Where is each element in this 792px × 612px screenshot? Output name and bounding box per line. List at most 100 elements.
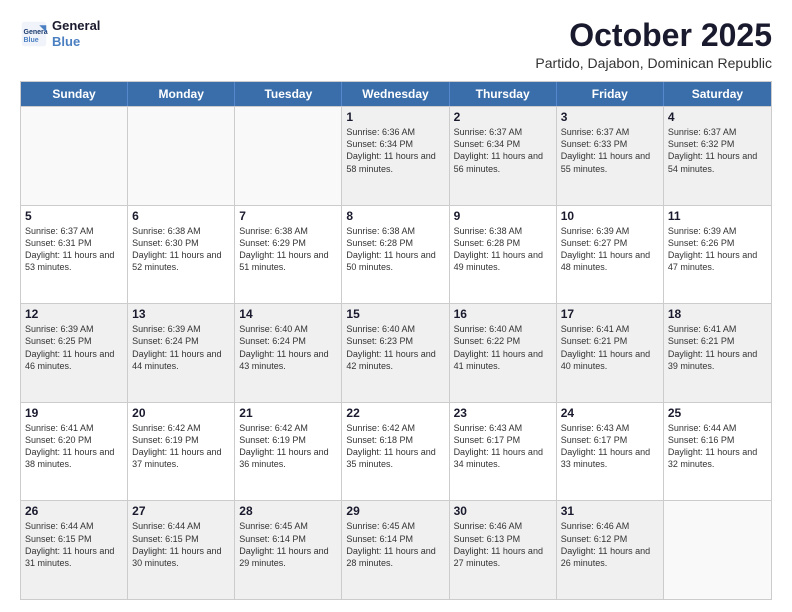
day-info: Sunrise: 6:39 AM Sunset: 6:24 PM Dayligh… xyxy=(132,323,230,372)
day-info: Sunrise: 6:41 AM Sunset: 6:21 PM Dayligh… xyxy=(668,323,767,372)
calendar-cell: 25 Sunrise: 6:44 AM Sunset: 6:16 PM Dayli… xyxy=(664,403,771,501)
calendar-cell: 27 Sunrise: 6:44 AM Sunset: 6:15 PM Dayli… xyxy=(128,501,235,599)
calendar-cell: 14 Sunrise: 6:40 AM Sunset: 6:24 PM Dayli… xyxy=(235,304,342,402)
calendar-cell: 9Sunrise: 6:38 AM Sunset: 6:28 PM Daylig… xyxy=(450,206,557,304)
day-number: 24 xyxy=(561,406,659,420)
day-info: Sunrise: 6:38 AM Sunset: 6:28 PM Dayligh… xyxy=(454,225,552,274)
day-info: Sunrise: 6:44 AM Sunset: 6:15 PM Dayligh… xyxy=(25,520,123,569)
calendar-cell xyxy=(21,107,128,205)
calendar-cell: 10 Sunrise: 6:39 AM Sunset: 6:27 PM Dayli… xyxy=(557,206,664,304)
calendar-cell: 19 Sunrise: 6:41 AM Sunset: 6:20 PM Dayli… xyxy=(21,403,128,501)
day-info: Sunrise: 6:37 AM Sunset: 6:32 PM Dayligh… xyxy=(668,126,767,175)
day-number: 5 xyxy=(25,209,123,223)
weekday-header-friday: Friday xyxy=(557,82,664,106)
calendar-cell: 8Sunrise: 6:38 AM Sunset: 6:28 PM Daylig… xyxy=(342,206,449,304)
calendar-cell xyxy=(128,107,235,205)
day-number: 12 xyxy=(25,307,123,321)
weekday-header-wednesday: Wednesday xyxy=(342,82,449,106)
weekday-header-sunday: Sunday xyxy=(21,82,128,106)
calendar-row-2: 5 Sunrise: 6:37 AM Sunset: 6:31 PM Daylig… xyxy=(21,205,771,304)
day-number: 20 xyxy=(132,406,230,420)
calendar: SundayMondayTuesdayWednesdayThursdayFrid… xyxy=(20,81,772,600)
calendar-row-5: 26 Sunrise: 6:44 AM Sunset: 6:15 PM Dayli… xyxy=(21,500,771,599)
day-info: Sunrise: 6:41 AM Sunset: 6:21 PM Dayligh… xyxy=(561,323,659,372)
day-info: Sunrise: 6:44 AM Sunset: 6:15 PM Dayligh… xyxy=(132,520,230,569)
calendar-cell: 12 Sunrise: 6:39 AM Sunset: 6:25 PM Dayli… xyxy=(21,304,128,402)
day-number: 11 xyxy=(668,209,767,223)
day-info: Sunrise: 6:40 AM Sunset: 6:22 PM Dayligh… xyxy=(454,323,552,372)
weekday-header-tuesday: Tuesday xyxy=(235,82,342,106)
weekday-header-thursday: Thursday xyxy=(450,82,557,106)
day-number: 13 xyxy=(132,307,230,321)
day-info: Sunrise: 6:37 AM Sunset: 6:34 PM Dayligh… xyxy=(454,126,552,175)
page: General Blue General Blue October 2025 P… xyxy=(0,0,792,612)
day-number: 18 xyxy=(668,307,767,321)
day-info: Sunrise: 6:45 AM Sunset: 6:14 PM Dayligh… xyxy=(239,520,337,569)
calendar-cell: 17 Sunrise: 6:41 AM Sunset: 6:21 PM Dayli… xyxy=(557,304,664,402)
calendar-cell xyxy=(235,107,342,205)
svg-text:Blue: Blue xyxy=(24,36,39,43)
title-block: October 2025 Partido, Dajabon, Dominican… xyxy=(535,18,772,71)
day-info: Sunrise: 6:38 AM Sunset: 6:29 PM Dayligh… xyxy=(239,225,337,274)
calendar-header: SundayMondayTuesdayWednesdayThursdayFrid… xyxy=(21,82,771,106)
calendar-cell: 4 Sunrise: 6:37 AM Sunset: 6:32 PM Daylig… xyxy=(664,107,771,205)
day-info: Sunrise: 6:37 AM Sunset: 6:31 PM Dayligh… xyxy=(25,225,123,274)
day-info: Sunrise: 6:37 AM Sunset: 6:33 PM Dayligh… xyxy=(561,126,659,175)
calendar-cell: 13 Sunrise: 6:39 AM Sunset: 6:24 PM Dayli… xyxy=(128,304,235,402)
day-info: Sunrise: 6:44 AM Sunset: 6:16 PM Dayligh… xyxy=(668,422,767,471)
calendar-cell: 24 Sunrise: 6:43 AM Sunset: 6:17 PM Dayli… xyxy=(557,403,664,501)
calendar-cell: 23Sunrise: 6:43 AM Sunset: 6:17 PM Dayli… xyxy=(450,403,557,501)
day-info: Sunrise: 6:39 AM Sunset: 6:26 PM Dayligh… xyxy=(668,225,767,274)
day-number: 4 xyxy=(668,110,767,124)
calendar-cell: 3 Sunrise: 6:37 AM Sunset: 6:33 PM Daylig… xyxy=(557,107,664,205)
day-number: 29 xyxy=(346,504,444,518)
day-info: Sunrise: 6:39 AM Sunset: 6:25 PM Dayligh… xyxy=(25,323,123,372)
day-info: Sunrise: 6:40 AM Sunset: 6:24 PM Dayligh… xyxy=(239,323,337,372)
day-info: Sunrise: 6:43 AM Sunset: 6:17 PM Dayligh… xyxy=(561,422,659,471)
day-number: 3 xyxy=(561,110,659,124)
day-info: Sunrise: 6:38 AM Sunset: 6:30 PM Dayligh… xyxy=(132,225,230,274)
day-info: Sunrise: 6:45 AM Sunset: 6:14 PM Dayligh… xyxy=(346,520,444,569)
day-info: Sunrise: 6:39 AM Sunset: 6:27 PM Dayligh… xyxy=(561,225,659,274)
calendar-cell: 22Sunrise: 6:42 AM Sunset: 6:18 PM Dayli… xyxy=(342,403,449,501)
calendar-row-1: 1 Sunrise: 6:36 AM Sunset: 6:34 PM Daylig… xyxy=(21,106,771,205)
header: General Blue General Blue October 2025 P… xyxy=(20,18,772,71)
calendar-cell: 15 Sunrise: 6:40 AM Sunset: 6:23 PM Dayli… xyxy=(342,304,449,402)
calendar-body: 1 Sunrise: 6:36 AM Sunset: 6:34 PM Daylig… xyxy=(21,106,771,599)
day-info: Sunrise: 6:36 AM Sunset: 6:34 PM Dayligh… xyxy=(346,126,444,175)
day-number: 10 xyxy=(561,209,659,223)
day-number: 25 xyxy=(668,406,767,420)
day-info: Sunrise: 6:46 AM Sunset: 6:13 PM Dayligh… xyxy=(454,520,552,569)
day-number: 16 xyxy=(454,307,552,321)
day-info: Sunrise: 6:42 AM Sunset: 6:18 PM Dayligh… xyxy=(346,422,444,471)
day-info: Sunrise: 6:41 AM Sunset: 6:20 PM Dayligh… xyxy=(25,422,123,471)
calendar-cell: 2 Sunrise: 6:37 AM Sunset: 6:34 PM Daylig… xyxy=(450,107,557,205)
day-info: Sunrise: 6:42 AM Sunset: 6:19 PM Dayligh… xyxy=(239,422,337,471)
day-number: 19 xyxy=(25,406,123,420)
day-number: 14 xyxy=(239,307,337,321)
day-number: 26 xyxy=(25,504,123,518)
day-number: 23 xyxy=(454,406,552,420)
calendar-row-4: 19 Sunrise: 6:41 AM Sunset: 6:20 PM Dayli… xyxy=(21,402,771,501)
day-number: 1 xyxy=(346,110,444,124)
calendar-cell: 16 Sunrise: 6:40 AM Sunset: 6:22 PM Dayli… xyxy=(450,304,557,402)
day-info: Sunrise: 6:40 AM Sunset: 6:23 PM Dayligh… xyxy=(346,323,444,372)
month-title: October 2025 xyxy=(535,18,772,53)
day-number: 17 xyxy=(561,307,659,321)
day-number: 7 xyxy=(239,209,337,223)
day-number: 15 xyxy=(346,307,444,321)
day-number: 27 xyxy=(132,504,230,518)
day-number: 21 xyxy=(239,406,337,420)
day-number: 31 xyxy=(561,504,659,518)
day-number: 2 xyxy=(454,110,552,124)
subtitle: Partido, Dajabon, Dominican Republic xyxy=(535,55,772,71)
calendar-cell: 31 Sunrise: 6:46 AM Sunset: 6:12 PM Dayli… xyxy=(557,501,664,599)
calendar-cell xyxy=(664,501,771,599)
calendar-cell: 20 Sunrise: 6:42 AM Sunset: 6:19 PM Dayli… xyxy=(128,403,235,501)
day-number: 8 xyxy=(346,209,444,223)
calendar-cell: 7 Sunrise: 6:38 AM Sunset: 6:29 PM Daylig… xyxy=(235,206,342,304)
calendar-cell: 21 Sunrise: 6:42 AM Sunset: 6:19 PM Dayli… xyxy=(235,403,342,501)
day-info: Sunrise: 6:46 AM Sunset: 6:12 PM Dayligh… xyxy=(561,520,659,569)
calendar-cell: 5 Sunrise: 6:37 AM Sunset: 6:31 PM Daylig… xyxy=(21,206,128,304)
day-info: Sunrise: 6:42 AM Sunset: 6:19 PM Dayligh… xyxy=(132,422,230,471)
